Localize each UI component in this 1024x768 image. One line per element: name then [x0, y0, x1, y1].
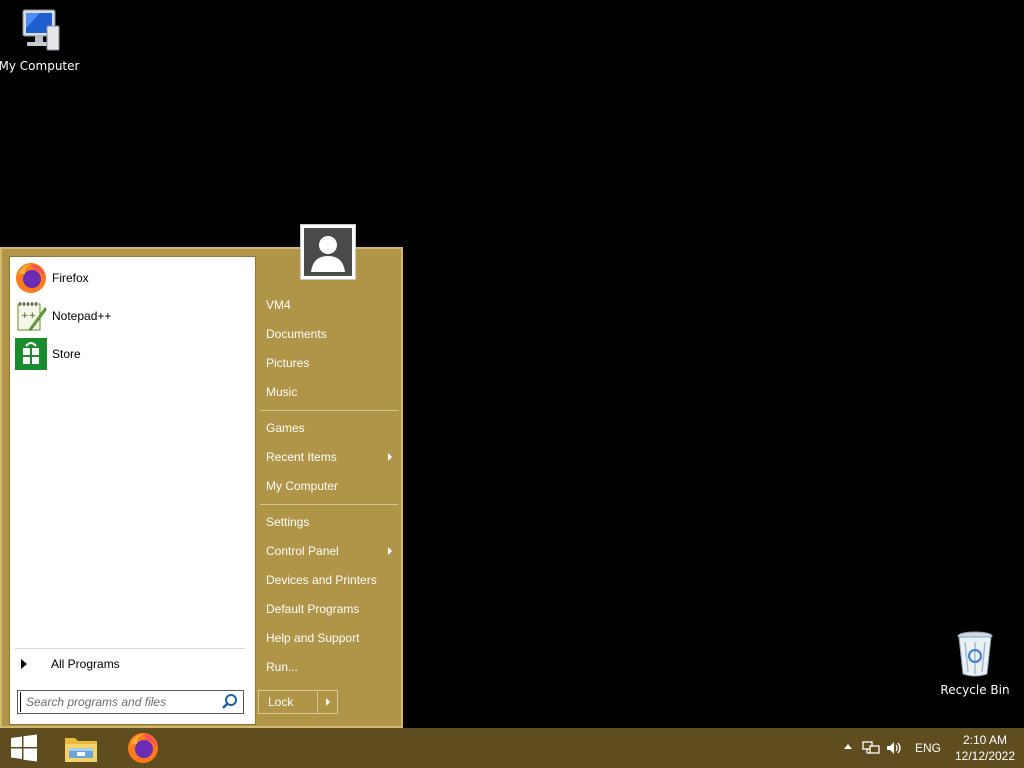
search-icon[interactable] — [221, 693, 239, 711]
start-link-label: VM4 — [266, 298, 291, 312]
start-link-label: Games — [266, 421, 305, 435]
desktop-icon-my-computer[interactable]: My Computer — [0, 8, 81, 73]
recycle-bin-icon — [957, 631, 993, 677]
taskbar-file-explorer[interactable] — [56, 728, 106, 768]
divider — [260, 410, 398, 411]
start-link-control-panel[interactable]: Control Panel — [260, 538, 398, 564]
pinned-program-notepad-plus-plus[interactable]: ++ Notepad++ — [15, 298, 250, 334]
start-link-label: Default Programs — [266, 602, 360, 616]
clock-date: 12/12/2022 — [954, 749, 1016, 763]
desktop-icon-label: Recycle Bin — [940, 683, 1010, 697]
divider — [260, 504, 398, 505]
input-language-indicator[interactable]: ENG — [915, 741, 941, 755]
show-hidden-icons-chevron-up-icon[interactable] — [844, 744, 852, 749]
start-link-label: Devices and Printers — [266, 573, 377, 587]
start-link-label: Control Panel — [266, 544, 339, 558]
desktop-icon-recycle-bin[interactable]: Recycle Bin — [933, 630, 1017, 697]
search-input[interactable] — [20, 692, 221, 712]
start-link-user-folder[interactable]: VM4 — [260, 292, 398, 318]
triangle-right-icon — [325, 698, 330, 706]
search-box — [17, 690, 244, 714]
taskbar-clock[interactable]: 2:10 AM 12/12/2022 — [950, 732, 1020, 764]
system-tray: ENG 2:10 AM 12/12/2022 — [824, 728, 1024, 768]
svg-text:++: ++ — [21, 311, 36, 321]
submenu-arrow-icon — [388, 453, 392, 461]
network-icon[interactable] — [862, 740, 880, 756]
power-options-dropdown-button[interactable] — [317, 691, 337, 713]
start-link-documents[interactable]: Documents — [260, 321, 398, 347]
lock-button-group: Lock — [258, 690, 338, 714]
start-menu: Firefox ++ Notepad++ Store All Programs … — [0, 224, 403, 728]
pinned-program-label: Store — [52, 347, 81, 361]
start-link-label: Pictures — [266, 356, 310, 370]
start-link-my-computer[interactable]: My Computer — [260, 473, 398, 499]
start-link-settings[interactable]: Settings — [260, 509, 398, 535]
start-link-label: Documents — [266, 327, 327, 341]
start-link-label: My Computer — [266, 479, 339, 493]
volume-icon[interactable] — [886, 740, 904, 756]
triangle-right-icon — [21, 659, 27, 669]
pinned-program-label: Firefox — [52, 271, 89, 285]
start-link-music[interactable]: Music — [260, 379, 398, 405]
all-programs-label: All Programs — [51, 657, 120, 671]
store-icon — [15, 338, 47, 370]
start-link-label: Settings — [266, 515, 310, 529]
user-account-picture[interactable] — [300, 224, 356, 280]
computer-icon — [22, 9, 60, 51]
file-explorer-icon — [65, 738, 97, 762]
start-link-help-and-support[interactable]: Help and Support — [260, 625, 398, 651]
windows-start-icon — [11, 734, 37, 762]
start-link-recent-items[interactable]: Recent Items — [260, 444, 398, 470]
divider — [15, 648, 245, 649]
notepad-plus-plus-icon: ++ — [17, 302, 47, 331]
avatar — [304, 228, 352, 276]
start-link-label: Run... — [266, 660, 299, 674]
firefox-icon — [16, 263, 46, 293]
start-button[interactable] — [0, 728, 48, 768]
start-link-devices-and-printers[interactable]: Devices and Printers — [260, 567, 398, 593]
user-silhouette-icon — [311, 236, 345, 272]
clock-time: 2:10 AM — [962, 733, 1008, 747]
firefox-icon — [128, 733, 158, 763]
start-link-games[interactable]: Games — [260, 415, 398, 441]
start-menu-programs-pane: Firefox ++ Notepad++ Store All Programs … — [9, 256, 256, 725]
lock-button[interactable]: Lock — [259, 691, 317, 713]
start-link-run[interactable]: Run... — [260, 654, 398, 680]
pinned-program-label: Notepad++ — [52, 309, 112, 323]
desktop-icon-label: My Computer — [0, 59, 80, 73]
taskbar-firefox[interactable] — [118, 728, 168, 768]
pinned-program-store[interactable]: Store — [15, 336, 250, 372]
start-link-pictures[interactable]: Pictures — [260, 350, 398, 376]
pinned-program-firefox[interactable]: Firefox — [15, 260, 250, 296]
submenu-arrow-icon — [388, 547, 392, 555]
all-programs-button[interactable]: All Programs — [15, 653, 250, 675]
taskbar: ENG 2:10 AM 12/12/2022 — [0, 728, 1024, 768]
start-link-label: Help and Support — [266, 631, 360, 645]
start-link-default-programs[interactable]: Default Programs — [260, 596, 398, 622]
start-link-label: Music — [266, 385, 298, 399]
start-link-label: Recent Items — [266, 450, 337, 464]
